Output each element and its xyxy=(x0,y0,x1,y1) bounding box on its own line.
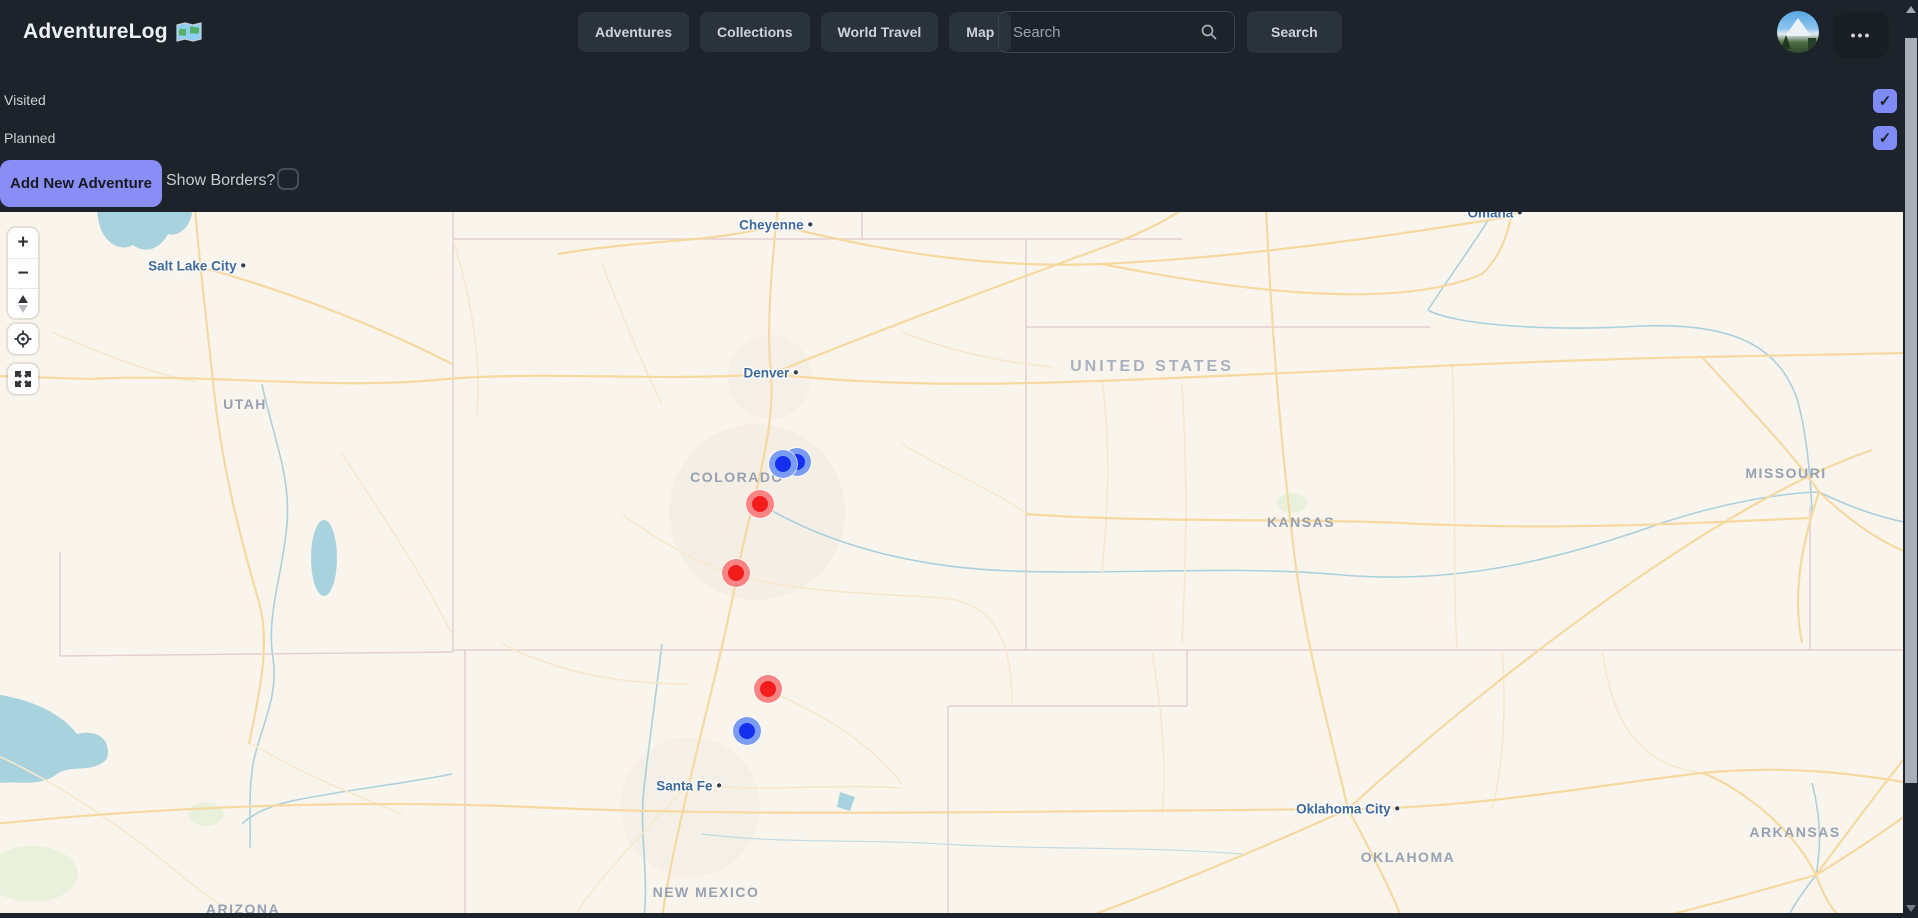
app-logo: AdventureLog xyxy=(23,0,202,64)
city-label: Denver • xyxy=(743,366,798,381)
navbar: AdventureLog Adventures Collections Worl… xyxy=(0,0,1903,64)
city-dot-icon: • xyxy=(241,259,246,274)
adventure-marker-planned[interactable] xyxy=(769,450,797,478)
state-label-text: NEW MEXICO xyxy=(653,884,760,900)
add-new-adventure-button[interactable]: Add New Adventure xyxy=(0,160,162,207)
fullscreen-button[interactable] xyxy=(8,364,38,394)
adventure-marker-visited[interactable] xyxy=(722,559,750,587)
checkmark-icon: ✓ xyxy=(1879,129,1892,147)
state-label-text: UTAH xyxy=(223,396,267,412)
state-label-text: MISSOURI xyxy=(1745,465,1826,481)
zoom-out-button[interactable]: − xyxy=(8,258,38,288)
nav-button-collections[interactable]: Collections xyxy=(700,12,809,52)
fullscreen-icon xyxy=(14,370,32,388)
compass-button[interactable] xyxy=(8,288,38,318)
scrollbar-up-arrow-icon[interactable] xyxy=(1906,6,1916,13)
page-scrollbar xyxy=(1903,0,1918,918)
state-label-text: KANSAS xyxy=(1267,514,1335,530)
city-label: Oklahoma City • xyxy=(1296,802,1400,817)
city-dot-icon: • xyxy=(1395,802,1400,817)
city-label: Cheyenne • xyxy=(739,218,813,233)
state-label: ARKANSAS xyxy=(1749,824,1840,840)
scrollbar-down-arrow-icon[interactable] xyxy=(1906,905,1916,912)
state-label-text: ARIZONA xyxy=(206,901,280,913)
city-label-text: Omaha xyxy=(1467,212,1513,221)
ellipsis-icon: ••• xyxy=(1851,27,1872,43)
search-input[interactable] xyxy=(998,11,1235,53)
city-label-text: Cheyenne xyxy=(739,218,804,233)
nav-button-adventures[interactable]: Adventures xyxy=(578,12,689,52)
city-label-text: Santa Fe xyxy=(656,779,712,794)
state-label: KANSAS xyxy=(1267,514,1335,530)
state-label: ARIZONA xyxy=(206,901,280,913)
adventure-marker-visited[interactable] xyxy=(746,490,774,518)
scrollbar-thumb[interactable] xyxy=(1905,38,1917,783)
state-label: OKLAHOMA xyxy=(1361,849,1455,865)
search-area: Search xyxy=(998,11,1342,53)
adventure-marker-visited[interactable] xyxy=(754,675,782,703)
planned-filter-label: Planned xyxy=(4,130,55,146)
world-map-icon xyxy=(176,22,202,42)
visited-checkbox[interactable]: ✓ xyxy=(1873,89,1897,113)
compass-icon xyxy=(18,295,28,313)
checkmark-icon: ✓ xyxy=(1879,92,1892,110)
city-label-text: Denver xyxy=(743,366,789,381)
show-borders-label: Show Borders? xyxy=(166,172,275,190)
geolocate-icon xyxy=(14,330,32,348)
city-label-text: Salt Lake City xyxy=(148,259,237,274)
state-label-text: COLORADO xyxy=(690,469,784,485)
city-label-text: Oklahoma City xyxy=(1296,802,1391,817)
city-dot-icon: • xyxy=(793,366,798,381)
city-dot-icon: • xyxy=(1517,212,1522,221)
basemap-graphics xyxy=(0,212,1903,913)
adventure-marker-planned[interactable] xyxy=(733,717,761,745)
nav-button-world-travel[interactable]: World Travel xyxy=(821,12,939,52)
country-label: UNITED STATES xyxy=(1070,358,1234,376)
country-label-text: UNITED STATES xyxy=(1070,358,1234,376)
app-title: AdventureLog xyxy=(23,20,168,44)
planned-checkbox[interactable]: ✓ xyxy=(1873,126,1897,150)
search-button[interactable]: Search xyxy=(1247,11,1342,53)
zoom-control-group: + − xyxy=(8,228,38,318)
city-label: Salt Lake City • xyxy=(148,259,246,274)
city-label: Santa Fe • xyxy=(656,779,722,794)
geolocate-button[interactable] xyxy=(8,324,38,354)
zoom-in-button[interactable]: + xyxy=(8,228,38,258)
state-label: UTAH xyxy=(223,396,267,412)
user-avatar[interactable] xyxy=(1777,11,1819,53)
state-label: COLORADO xyxy=(690,469,784,485)
main-nav: Adventures Collections World Travel Map xyxy=(578,12,1011,52)
state-label-text: ARKANSAS xyxy=(1749,824,1840,840)
city-label: Omaha • xyxy=(1467,212,1522,221)
state-label: MISSOURI xyxy=(1745,465,1826,481)
city-dot-icon: • xyxy=(808,218,813,233)
show-borders-checkbox[interactable] xyxy=(277,168,299,190)
overflow-menu-button[interactable]: ••• xyxy=(1833,12,1889,58)
state-label-text: OKLAHOMA xyxy=(1361,849,1455,865)
visited-filter-label: Visited xyxy=(4,92,46,108)
map-canvas[interactable]: UNITED STATES UTAH COLORADO KANSAS MISSOURI O… xyxy=(0,212,1903,913)
state-label: NEW MEXICO xyxy=(653,884,760,900)
city-dot-icon: • xyxy=(717,779,722,794)
